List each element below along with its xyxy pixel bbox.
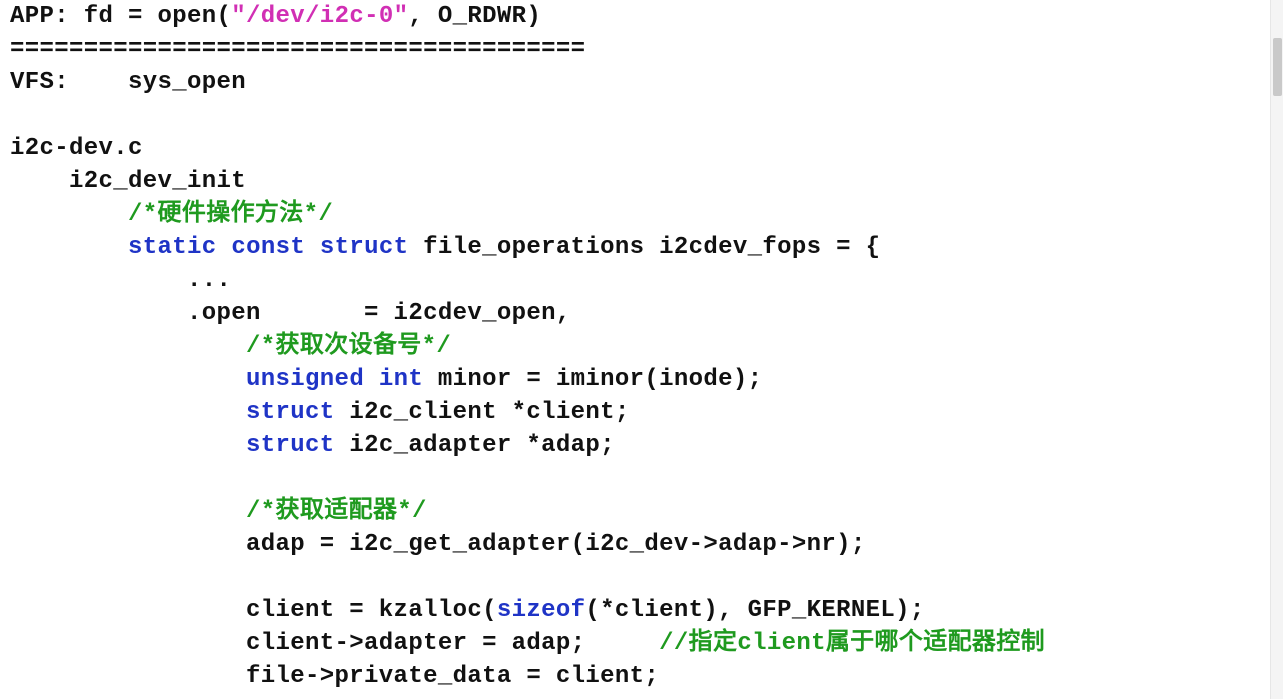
comment-token: /*获取适配器*/ — [246, 498, 427, 525]
string-token: "/dev/i2c-0" — [231, 3, 409, 30]
code-line: VFS: sys_open — [10, 66, 246, 99]
keyword-token: struct — [319, 234, 409, 261]
code-line: file->private_data = client; — [10, 660, 659, 693]
keyword-token: struct — [246, 399, 335, 426]
code-line: client->adapter = adap; //指定client属于哪个适配… — [10, 627, 1045, 660]
code-token: client->adapter = adap; — [10, 630, 660, 657]
code-line: adap = i2c_get_adapter(i2c_dev->adap->nr… — [10, 528, 866, 561]
code-token: i2c_client *client; — [334, 399, 630, 426]
code-token: adap = i2c_get_adapter(i2c_dev->adap->nr… — [10, 531, 866, 558]
code-line: /*获取次设备号*/ — [10, 330, 451, 363]
code-view: APP: fd = open("/dev/i2c-0", O_RDWR) ====… — [0, 0, 1271, 699]
code-line: i2c_dev_init — [10, 165, 246, 198]
code-line: .open = i2cdev_open, — [10, 297, 571, 330]
code-line: APP: fd = open("/dev/i2c-0", O_RDWR) — [10, 0, 541, 33]
code-line: /*获取适配器*/ — [10, 495, 427, 528]
keyword-token: const — [231, 234, 306, 261]
code-token: file_operations i2cdev_fops = { — [408, 234, 881, 261]
code-token: .open = i2cdev_open, — [10, 300, 571, 327]
code-token: minor = iminor(inode); — [423, 366, 763, 393]
keyword-token: struct — [246, 432, 335, 459]
code-token: i2c_dev_init — [10, 168, 247, 195]
code-line: static const struct file_operations i2cd… — [10, 231, 880, 264]
code-token: (*client), GFP_KERNEL); — [585, 597, 925, 624]
comment-token: /*硬件操作方法*/ — [128, 201, 334, 228]
code-token: ======================================= — [10, 36, 586, 63]
code-token: , O_RDWR) — [408, 3, 542, 30]
code-token: file->private_data = client; — [10, 663, 660, 690]
vertical-scrollbar[interactable] — [1270, 0, 1283, 699]
code-line: struct i2c_client *client; — [10, 396, 630, 429]
code-token: ... — [10, 267, 232, 294]
code-token: i2c-dev.c — [10, 135, 143, 162]
scrollbar-thumb[interactable] — [1273, 38, 1282, 96]
comment-token: /*获取次设备号*/ — [246, 333, 452, 360]
code-token: VFS: sys_open — [10, 69, 247, 96]
code-token: client = kzalloc( — [10, 597, 497, 624]
code-line: ======================================= — [10, 33, 585, 66]
code-line: struct i2c_adapter *adap; — [10, 429, 615, 462]
comment-token: //指定client属于哪个适配器控制 — [659, 630, 1045, 657]
keyword-token: int — [378, 366, 424, 393]
code-line: /*硬件操作方法*/ — [10, 198, 333, 231]
code-line: client = kzalloc(sizeof(*client), GFP_KE… — [10, 594, 925, 627]
code-token: i2c_adapter *adap; — [334, 432, 615, 459]
code-line: unsigned int minor = iminor(inode); — [10, 363, 762, 396]
code-line: ... — [10, 264, 231, 297]
keyword-token: sizeof — [496, 597, 586, 624]
keyword-token: unsigned — [246, 366, 365, 393]
keyword-token: static — [128, 234, 217, 261]
code-token: APP: fd = open( — [10, 3, 232, 30]
code-line: i2c-dev.c — [10, 132, 143, 165]
